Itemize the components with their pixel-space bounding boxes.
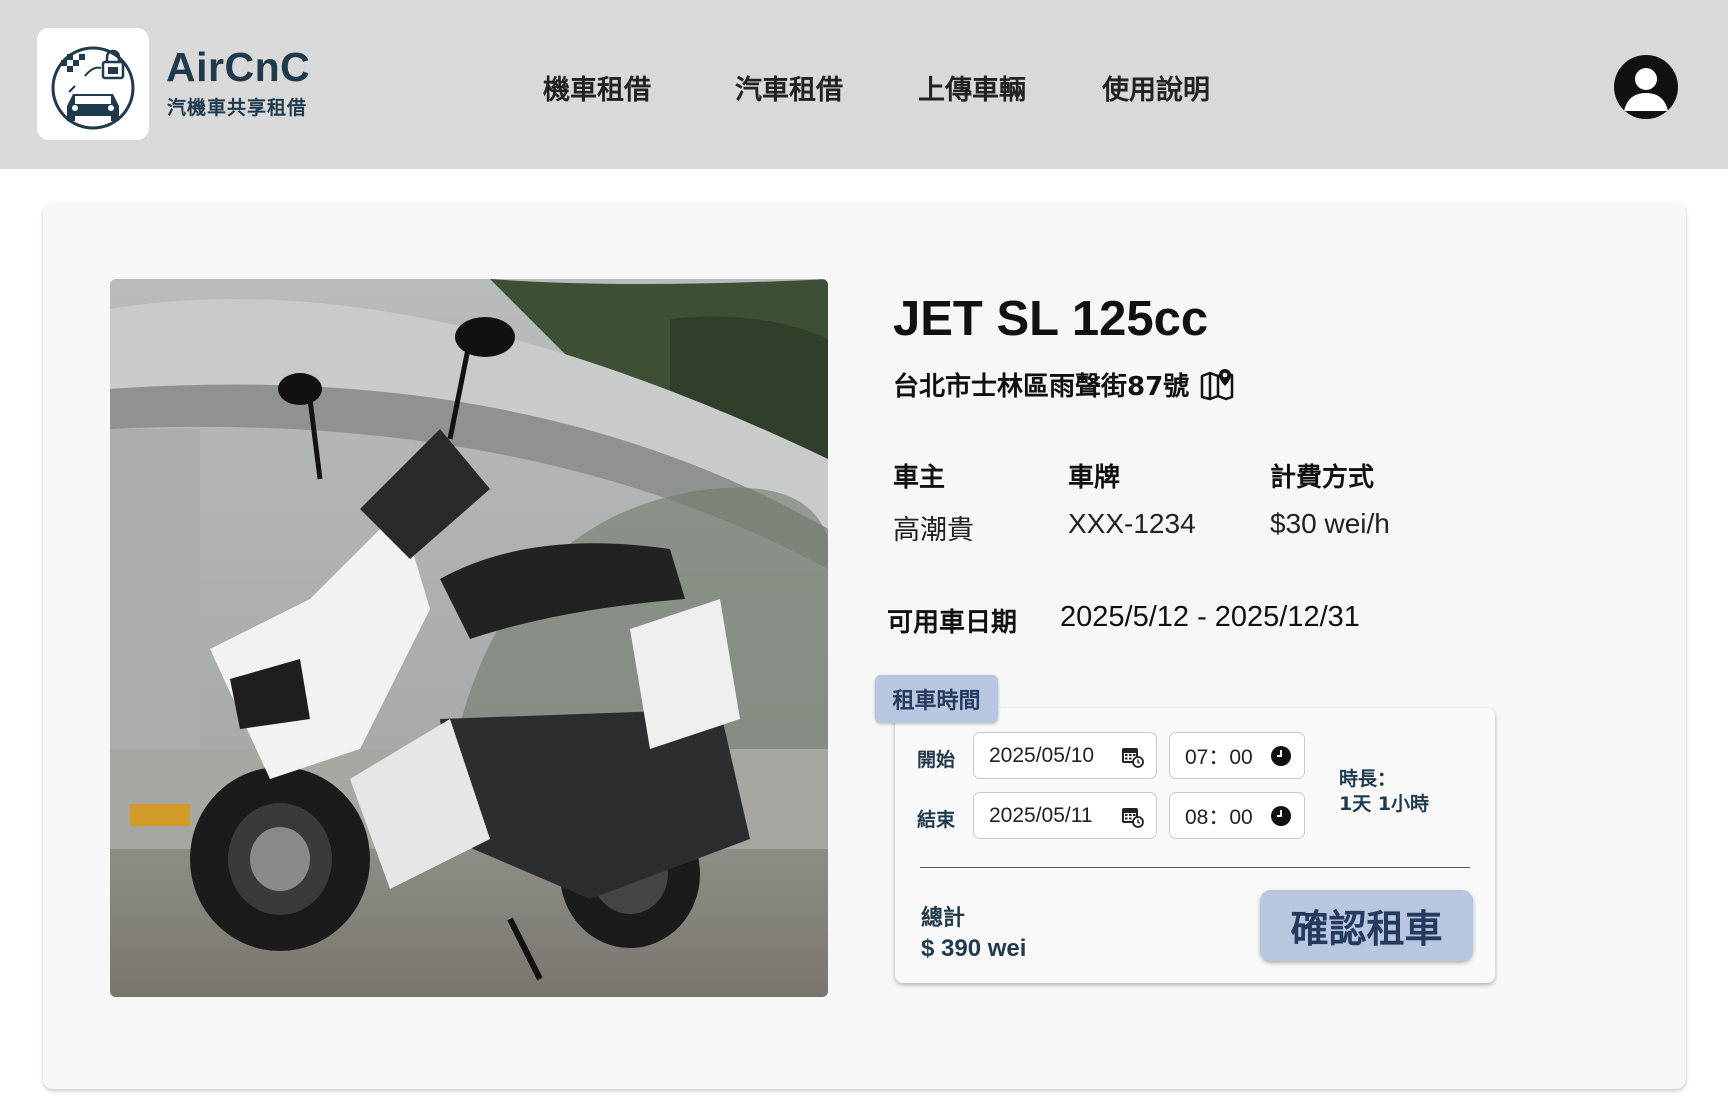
- availability-label: 可用車日期: [887, 608, 1018, 638]
- duration-display: 時長： 1天 1小時: [1339, 767, 1429, 817]
- total-value: $ 390 wei: [921, 935, 1027, 962]
- user-avatar[interactable]: [1614, 55, 1678, 119]
- calendar-clock-icon: [1122, 747, 1144, 768]
- duration-label: 時長：: [1339, 768, 1397, 790]
- total-label: 總計: [921, 906, 966, 931]
- address-row: 台北市士林區雨聲街87號: [893, 364, 1235, 404]
- plate-label: 車牌: [1068, 463, 1121, 493]
- plate-value: XXX-1234: [1068, 508, 1196, 539]
- owner-value: 高潮貴: [893, 515, 974, 546]
- calendar-clock-icon: [1122, 807, 1144, 828]
- end-date-input[interactable]: 2025/05/11: [973, 792, 1157, 839]
- top-header: AirCnC 汽機車共享租借 機車租借 汽車租借 上傳車輛 使用說明: [0, 0, 1728, 169]
- vehicle-photo: [110, 279, 828, 997]
- scooter-photo-icon: [110, 279, 828, 997]
- rate-value: $30 wei/h: [1270, 508, 1390, 539]
- availability-value: 2025/5/12 - 2025/12/31: [1060, 601, 1360, 633]
- vehicle-name: JET SL 125cc: [893, 292, 1209, 346]
- end-label: 結束: [917, 809, 956, 831]
- nav-upload-vehicle[interactable]: 上傳車輛: [918, 68, 1026, 107]
- nav-instructions[interactable]: 使用說明: [1102, 68, 1210, 107]
- booking-divider: [920, 867, 1470, 868]
- booking-time-tab[interactable]: 租車時間: [875, 675, 998, 723]
- user-icon: [1624, 68, 1668, 111]
- vehicle-address: 台北市士林區雨聲街87號: [893, 371, 1190, 402]
- nav-scooter-rental[interactable]: 機車租借: [543, 68, 651, 107]
- confirm-rental-button[interactable]: 確認租車: [1260, 890, 1473, 961]
- start-label: 開始: [917, 749, 956, 771]
- start-time-value: 07：00: [1185, 745, 1253, 769]
- nav-car-rental[interactable]: 汽車租借: [735, 68, 843, 107]
- end-date-value: 2025/05/11: [989, 803, 1093, 827]
- end-time-input[interactable]: 08：00: [1169, 792, 1305, 839]
- end-time-value: 08：00: [1185, 805, 1253, 829]
- start-date-input[interactable]: 2025/05/10: [973, 732, 1157, 779]
- start-date-value: 2025/05/10: [989, 743, 1095, 767]
- clock-icon: [1271, 745, 1291, 766]
- owner-label: 車主: [893, 463, 946, 493]
- duration-value: 1天 1小時: [1339, 793, 1430, 815]
- clock-icon: [1271, 805, 1291, 826]
- rate-label: 計費方式: [1270, 463, 1375, 493]
- main-nav: 機車租借 汽車租借 上傳車輛 使用說明: [0, 68, 1728, 108]
- start-time-input[interactable]: 07：00: [1169, 732, 1305, 779]
- map-pin-icon[interactable]: [1199, 366, 1235, 402]
